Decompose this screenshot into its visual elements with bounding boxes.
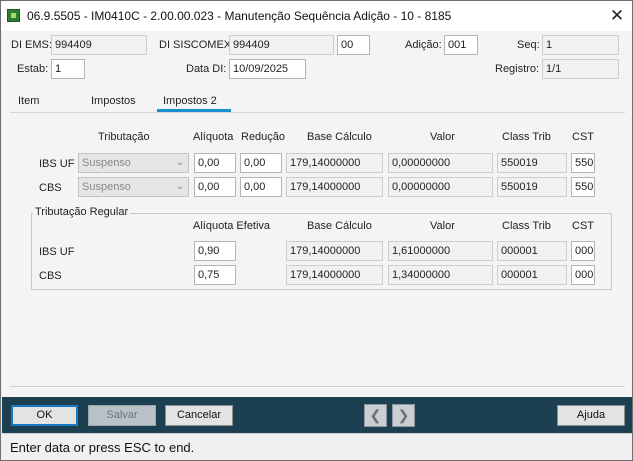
di-ems-field[interactable]: 994409 [51, 35, 147, 55]
tab-item[interactable]: Item [18, 95, 39, 107]
separator-line [10, 386, 625, 387]
tributacao-select-value: Suspenso [82, 157, 131, 169]
data-di-label: Data DI: [186, 63, 227, 75]
valor-field[interactable]: 1,34000000 [388, 265, 493, 285]
header-class-trib: Class Trib [502, 131, 551, 143]
header-valor: Valor [430, 220, 455, 232]
tab-impostos[interactable]: Impostos [91, 95, 136, 107]
tributacao-select-value: Suspenso [82, 181, 131, 193]
header-tributacao: Tributação [98, 131, 150, 143]
tributacao-select[interactable]: Suspenso ⌄ [78, 153, 189, 173]
tab-impostos-2[interactable]: Impostos 2 [163, 95, 217, 107]
window-title: 06.9.5505 - IM0410C - 2.00.00.023 - Manu… [27, 9, 452, 23]
base-calculo-field[interactable]: 179,14000000 [286, 153, 383, 173]
header-reducao: Redução [241, 131, 286, 143]
base-calculo-field[interactable]: 179,14000000 [286, 177, 383, 197]
class-trib-field[interactable]: 550019 [497, 153, 567, 173]
registro-field[interactable]: 1/1 [542, 59, 619, 79]
estab-label: Estab: [17, 63, 49, 75]
active-tab-indicator [157, 109, 231, 112]
aliquota-efetiva-field[interactable]: 0,90 [194, 241, 236, 261]
base-calculo-field[interactable]: 179,14000000 [286, 265, 383, 285]
valor-field[interactable]: 0,00000000 [388, 177, 493, 197]
title-bar: 06.9.5505 - IM0410C - 2.00.00.023 - Manu… [1, 1, 632, 31]
adicao-field[interactable]: 001 [444, 35, 478, 55]
base-calculo-field[interactable]: 179,14000000 [286, 241, 383, 261]
ajuda-button[interactable]: Ajuda [557, 405, 625, 426]
estab-field[interactable]: 1 [51, 59, 85, 79]
header-cst: CST [572, 220, 594, 232]
registro-label: Registro: [495, 63, 540, 75]
aliquota-field[interactable]: 0,00 [194, 153, 236, 173]
header-valor: Valor [430, 131, 455, 143]
row-ibs-uf-label: IBS UF [39, 158, 75, 170]
header-class-trib: Class Trib [502, 220, 551, 232]
salvar-button[interactable]: Salvar [88, 405, 156, 426]
cst-field[interactable]: 000 [571, 265, 595, 285]
regular-row-ibs-uf-label: IBS UF [39, 246, 75, 258]
status-bar: Enter data or press ESC to end. [2, 433, 632, 460]
class-trib-field[interactable]: 000001 [497, 241, 567, 261]
chevron-down-icon: ⌄ [175, 181, 184, 192]
chevron-down-icon: ⌄ [175, 157, 184, 168]
cancelar-button[interactable]: Cancelar [165, 405, 233, 426]
di-siscomex-label: DI SISCOMEX: [159, 39, 235, 51]
regular-row-cbs-label: CBS [39, 270, 62, 282]
seq-field[interactable]: 1 [542, 35, 619, 55]
header-cst: CST [572, 131, 594, 143]
aliquota-field[interactable]: 0,00 [194, 177, 236, 197]
aliquota-efetiva-field[interactable]: 0,75 [194, 265, 236, 285]
main-window: 06.9.5505 - IM0410C - 2.00.00.023 - Manu… [0, 0, 633, 461]
next-icon[interactable]: ❯ [392, 404, 415, 427]
cst-field[interactable]: 550 [571, 153, 595, 173]
header-base-calculo: Base Cálculo [307, 131, 372, 143]
cst-field[interactable]: 550 [571, 177, 595, 197]
seq-label: Seq: [517, 39, 540, 51]
reducao-field[interactable]: 0,00 [240, 153, 282, 173]
close-icon[interactable]: ✕ [605, 5, 629, 27]
reducao-field[interactable]: 0,00 [240, 177, 282, 197]
valor-field[interactable]: 0,00000000 [388, 153, 493, 173]
cst-field[interactable]: 000 [571, 241, 595, 261]
header-aliquota-efetiva: Alíquota Efetiva [193, 220, 271, 232]
previous-icon[interactable]: ❮ [364, 404, 387, 427]
header-aliquota: Alíquota [193, 131, 234, 143]
status-text: Enter data or press ESC to end. [10, 440, 195, 455]
ok-button[interactable]: OK [11, 405, 78, 426]
di-ems-label: DI EMS: [11, 39, 52, 51]
class-trib-field[interactable]: 550019 [497, 177, 567, 197]
class-trib-field[interactable]: 000001 [497, 265, 567, 285]
valor-field[interactable]: 1,61000000 [388, 241, 493, 261]
header-base-calculo: Base Cálculo [307, 220, 372, 232]
tributacao-select[interactable]: Suspenso ⌄ [78, 177, 189, 197]
app-icon [7, 9, 20, 22]
row-cbs-label: CBS [39, 182, 62, 194]
di-siscomex-suffix-field[interactable]: 00 [337, 35, 370, 55]
data-di-field[interactable]: 10/09/2025 [229, 59, 306, 79]
tab-divider [10, 112, 625, 113]
tributacao-regular-legend: Tributação Regular [33, 206, 131, 218]
adicao-label: Adição: [405, 39, 442, 51]
di-siscomex-field[interactable]: 994409 [229, 35, 334, 55]
